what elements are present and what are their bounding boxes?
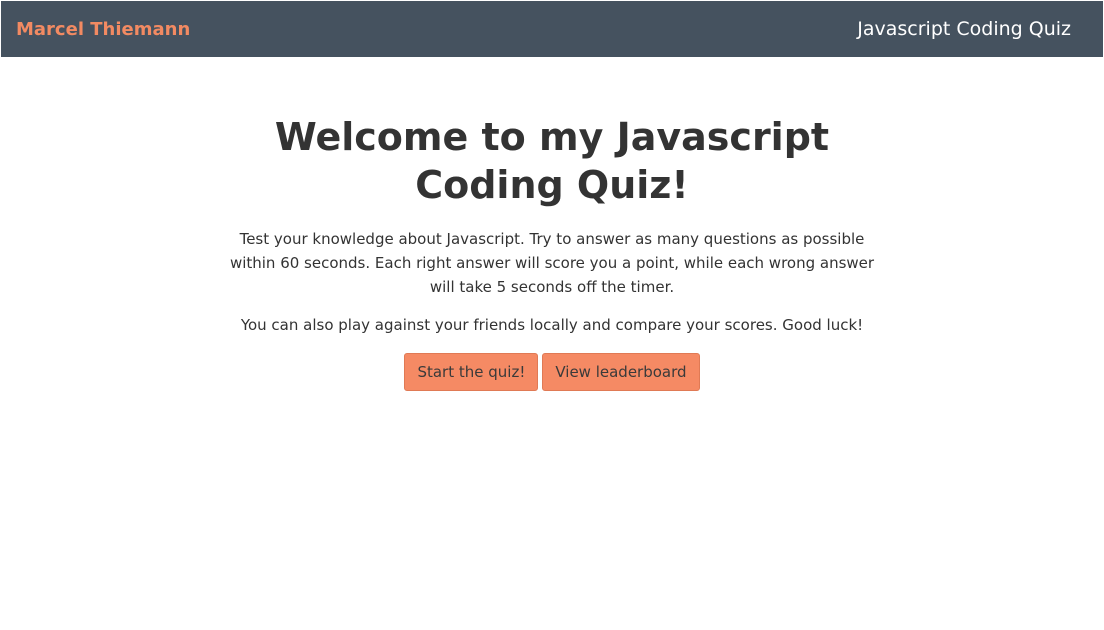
note-text: You can also play against your friends l… (240, 316, 864, 334)
page-title: Welcome to my Javascript Coding Quiz! (274, 115, 830, 207)
welcome-container: Welcome to my Javascript Coding Quiz! Te… (222, 57, 882, 391)
navbar-title: Javascript Coding Quiz (857, 18, 1071, 40)
button-group: Start the quiz! View leaderboard (222, 353, 882, 391)
start-quiz-button[interactable]: Start the quiz! (404, 353, 539, 391)
navbar: Marcel Thiemann Javascript Coding Quiz (1, 1, 1103, 57)
view-leaderboard-button[interactable]: View leaderboard (542, 353, 700, 391)
main-content: Welcome to my Javascript Coding Quiz! Te… (0, 57, 1104, 630)
intro-text: Test your knowledge about Javascript. Tr… (229, 230, 875, 296)
brand-link[interactable]: Marcel Thiemann (16, 19, 190, 40)
